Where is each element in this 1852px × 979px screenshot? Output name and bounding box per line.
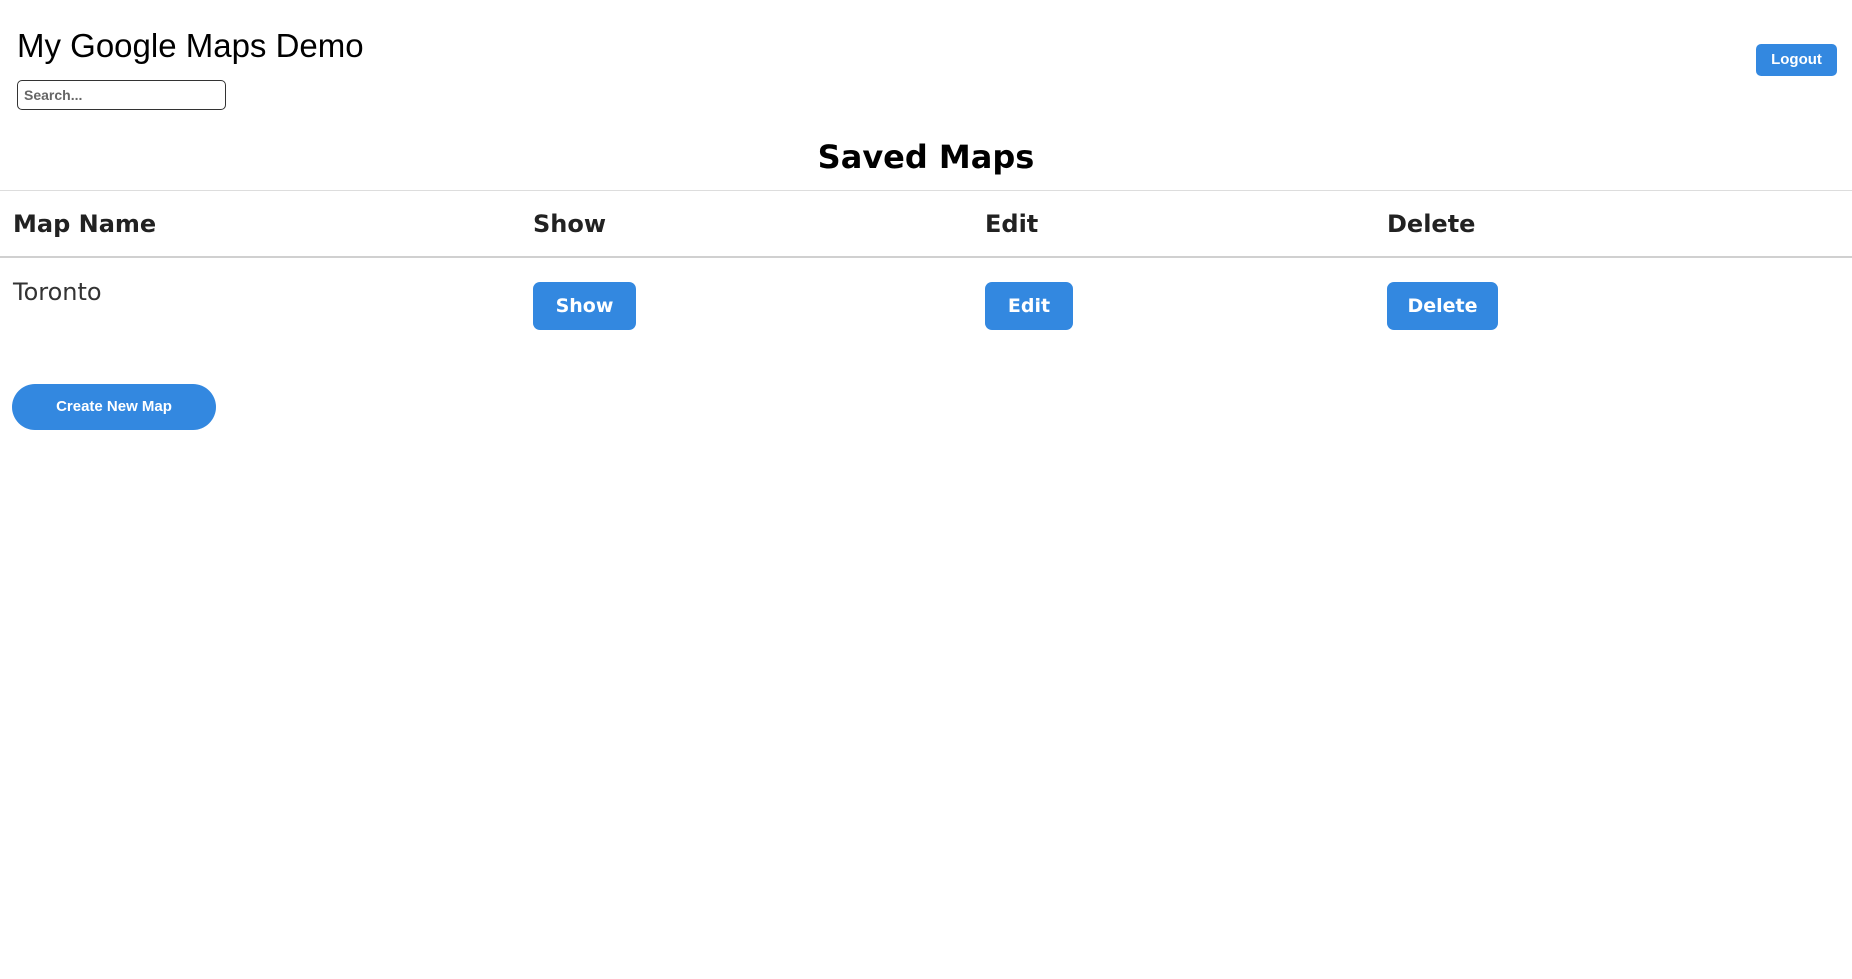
table-header-divider (0, 256, 1852, 258)
create-new-map-button[interactable]: Create New Map (12, 384, 216, 430)
show-map-button[interactable]: Show (533, 282, 636, 330)
edit-map-button[interactable]: Edit (985, 282, 1073, 330)
page: My Google Maps Demo Logout Saved Maps Ma… (0, 0, 1852, 979)
search-input[interactable] (17, 80, 226, 110)
app-title: My Google Maps Demo (17, 27, 364, 64)
column-header-map-name: Map Name (13, 210, 157, 238)
logout-button[interactable]: Logout (1756, 44, 1837, 76)
map-name-cell: Toronto (13, 278, 102, 306)
column-header-edit: Edit (985, 210, 1039, 238)
column-header-show: Show (533, 210, 607, 238)
section-title: Saved Maps (817, 138, 1035, 176)
table-top-divider (0, 190, 1852, 191)
delete-map-button[interactable]: Delete (1387, 282, 1498, 330)
column-header-delete: Delete (1387, 210, 1476, 238)
